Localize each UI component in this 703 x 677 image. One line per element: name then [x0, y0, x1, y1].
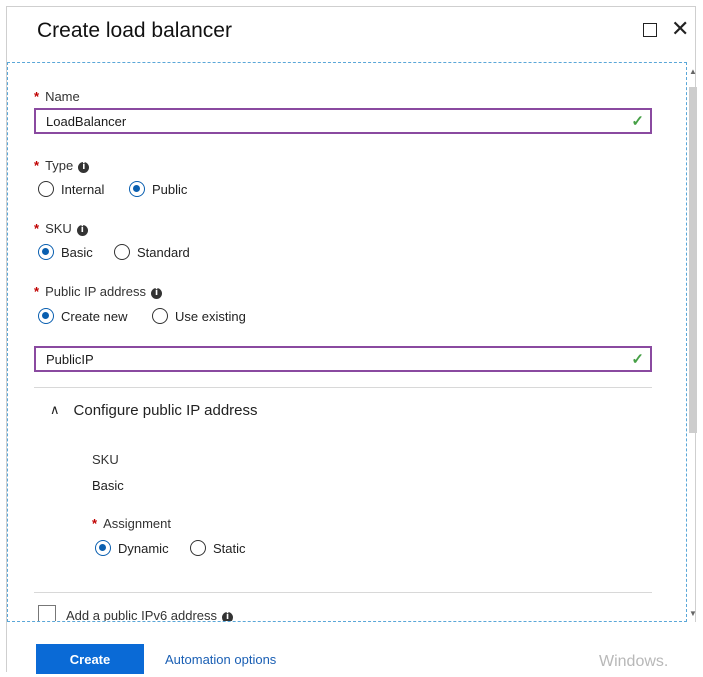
close-icon[interactable]: ✕	[671, 18, 689, 40]
configure-public-ip-title: Configure public IP address	[73, 402, 258, 419]
required-mark: *	[34, 89, 40, 104]
public-ip-name-input[interactable]	[44, 351, 628, 368]
automation-options-link[interactable]: Automation options	[165, 652, 276, 667]
windows-watermark: Windows.	[599, 653, 669, 670]
check-icon: ✓	[631, 113, 644, 130]
configure-public-ip-toggle[interactable]: ∧ Configure public IP address	[50, 402, 258, 419]
public-ip-use-existing-radio[interactable]: Use existing	[152, 308, 246, 324]
public-ip-label: * Public IP address i	[34, 284, 162, 299]
assignment-label: * Assignment	[92, 516, 171, 531]
name-label: * Name	[34, 89, 80, 104]
ipv6-checkbox[interactable]	[38, 605, 56, 621]
create-button[interactable]: Create	[36, 644, 144, 674]
sku-label: * SKU i	[34, 221, 88, 236]
name-input[interactable]	[44, 113, 628, 130]
section-divider	[34, 387, 652, 388]
info-icon[interactable]: i	[76, 225, 88, 236]
sku-basic-radio[interactable]: Basic	[38, 244, 93, 260]
form-content[interactable]: *Name ✓ *Typei Internal Public *SKUi Bas…	[7, 62, 687, 622]
info-icon[interactable]: i	[78, 162, 90, 173]
maximize-icon[interactable]	[641, 21, 659, 39]
info-icon[interactable]: i	[222, 612, 234, 621]
sku-standard-radio[interactable]: Standard	[114, 244, 190, 260]
type-label: * Type i	[34, 158, 90, 173]
chevron-up-icon: ∧	[50, 403, 60, 418]
footer: Create Automation options Windows.	[7, 622, 697, 674]
type-internal-radio[interactable]: Internal	[38, 181, 104, 197]
assignment-static-radio[interactable]: Static	[190, 540, 246, 556]
name-field[interactable]: ✓	[34, 108, 652, 134]
assignment-dynamic-radio[interactable]: Dynamic	[95, 540, 169, 556]
create-load-balancer-panel: Create load balancer ✕ *Name ✓ *Typei In…	[6, 6, 697, 674]
page-title: Create load balancer	[37, 19, 232, 42]
config-sku-value: Basic	[92, 478, 124, 493]
public-ip-name-field[interactable]: ✓	[34, 346, 652, 372]
section-divider	[34, 592, 652, 593]
scroll-up-icon[interactable]: ▲	[689, 67, 697, 77]
config-sku-label: SKU	[92, 452, 119, 467]
scroll-down-icon[interactable]: ▼	[689, 609, 697, 619]
ipv6-checkbox-label: Add a public IPv6 address i	[66, 608, 234, 621]
info-icon[interactable]: i	[151, 288, 162, 299]
check-icon: ✓	[631, 351, 644, 368]
vertical-scrollbar[interactable]: ▲ ▼	[689, 63, 697, 621]
scrollbar-thumb[interactable]	[689, 87, 697, 433]
type-public-radio[interactable]: Public	[129, 181, 187, 197]
public-ip-create-new-radio[interactable]: Create new	[38, 308, 127, 324]
